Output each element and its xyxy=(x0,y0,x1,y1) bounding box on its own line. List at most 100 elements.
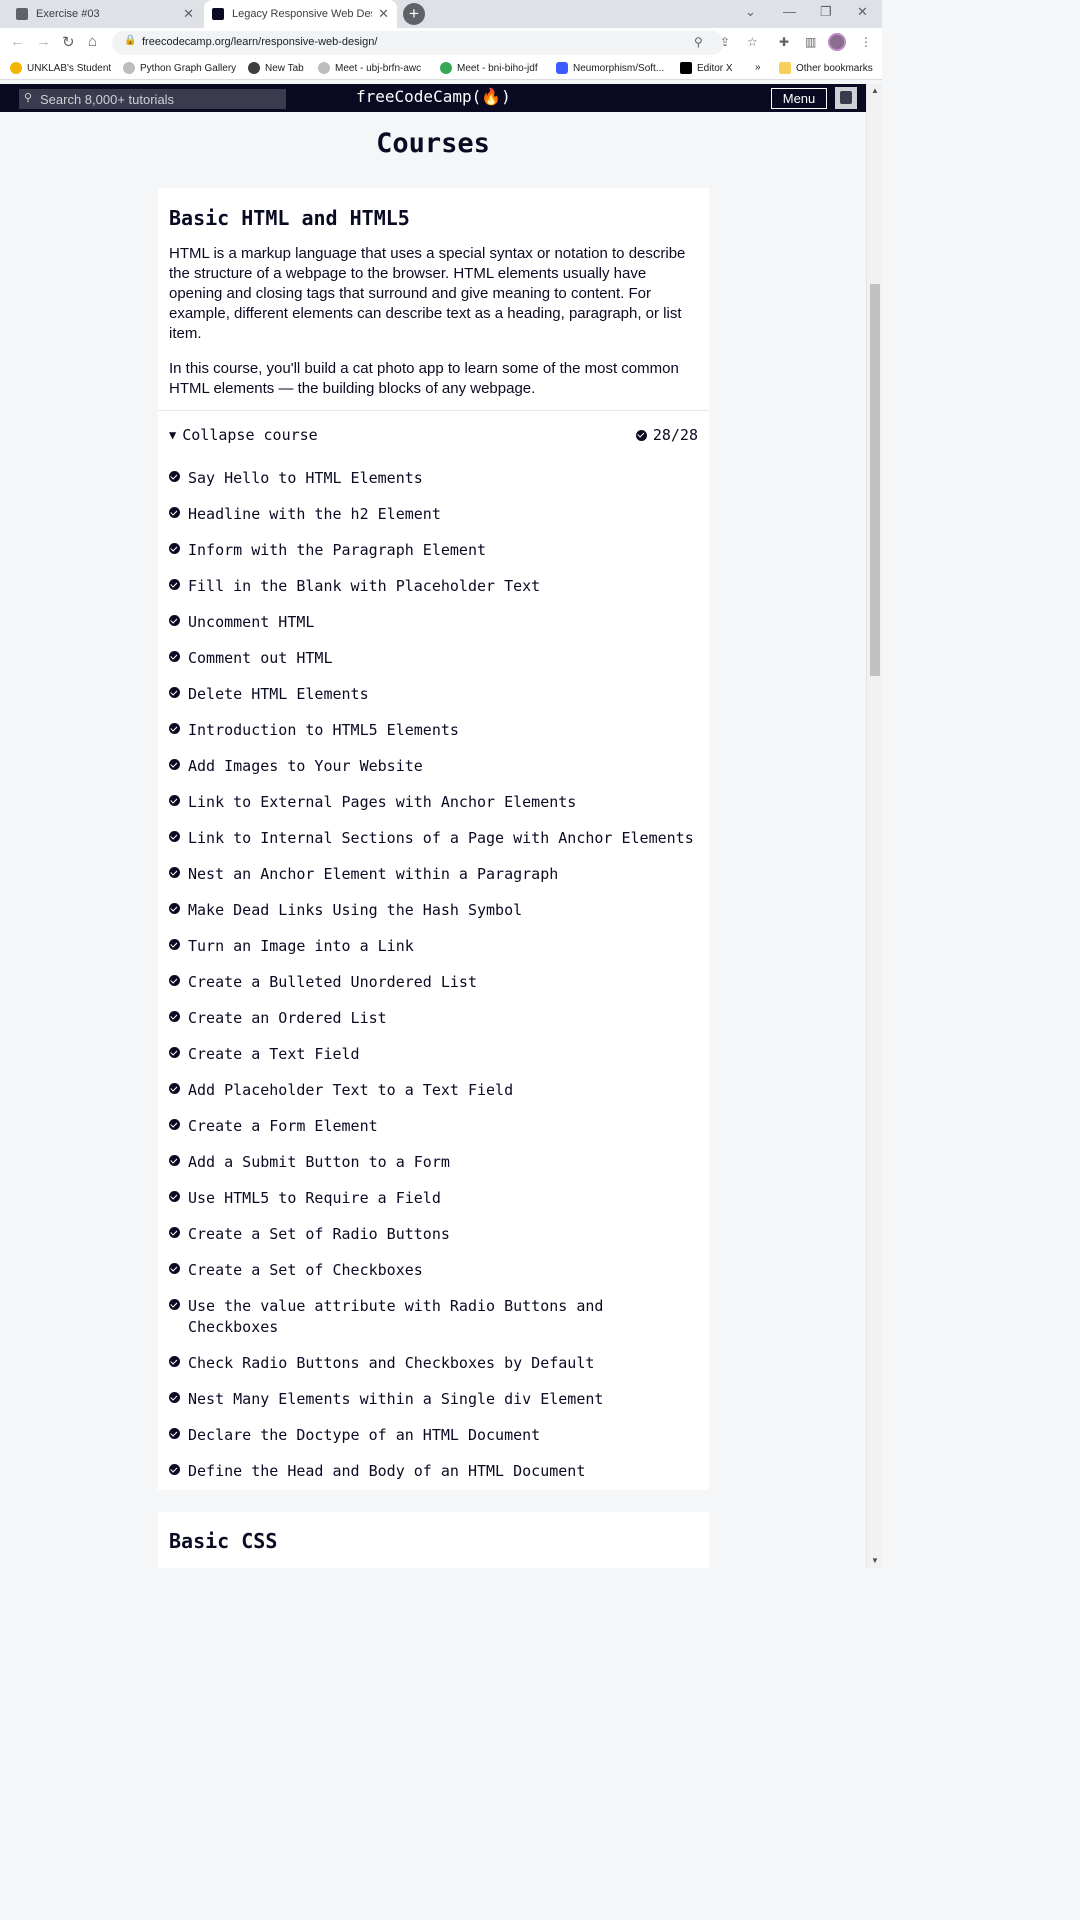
close-window-icon[interactable]: ✕ xyxy=(857,4,868,20)
lesson-item[interactable]: Turn an Image into a Link xyxy=(169,936,699,957)
lesson-item[interactable]: Uncomment HTML xyxy=(169,612,699,633)
bookmark-item[interactable]: Meet - bni-biho-jdf xyxy=(440,62,538,74)
bookmark-item[interactable]: Meet - ubj-brfn-awc xyxy=(318,62,421,74)
lesson-item[interactable]: Nest Many Elements within a Single div E… xyxy=(169,1389,699,1410)
site-logo[interactable]: freeCodeCamp(🔥) xyxy=(356,87,511,106)
user-avatar[interactable] xyxy=(835,87,857,109)
browser-tab-exercise[interactable]: Exercise #03 ✕ xyxy=(8,0,202,28)
lesson-link[interactable]: Create a Text Field xyxy=(188,1044,360,1065)
lesson-item[interactable]: Inform with the Paragraph Element xyxy=(169,540,699,561)
lesson-link[interactable]: Headline with the h2 Element xyxy=(188,504,441,525)
lesson-link[interactable]: Use the value attribute with Radio Butto… xyxy=(188,1296,699,1338)
lesson-link[interactable]: Add a Submit Button to a Form xyxy=(188,1152,450,1173)
lesson-item[interactable]: Fill in the Blank with Placeholder Text xyxy=(169,576,699,597)
check-circle-icon xyxy=(169,687,180,698)
lesson-link[interactable]: Create a Form Element xyxy=(188,1116,378,1137)
lesson-link[interactable]: Create a Bulleted Unordered List xyxy=(188,972,477,993)
lesson-link[interactable]: Comment out HTML xyxy=(188,648,333,669)
search-input[interactable]: ⚲ Search 8,000+ tutorials xyxy=(19,89,286,109)
lesson-item[interactable]: Delete HTML Elements xyxy=(169,684,699,705)
lesson-link[interactable]: Introduction to HTML5 Elements xyxy=(188,720,459,741)
bookmark-folder[interactable]: Other bookmarks xyxy=(779,62,873,74)
scroll-down-icon[interactable]: ▼ xyxy=(871,1556,879,1565)
lesson-link[interactable]: Create an Ordered List xyxy=(188,1008,387,1029)
close-tab-icon[interactable]: ✕ xyxy=(183,6,194,22)
lesson-link[interactable]: Create a Set of Radio Buttons xyxy=(188,1224,450,1245)
forward-icon[interactable]: → xyxy=(36,33,51,50)
lesson-item[interactable]: Introduction to HTML5 Elements xyxy=(169,720,699,741)
bookmark-item[interactable]: UNKLAB's Student xyxy=(10,62,111,74)
home-icon[interactable]: ⌂ xyxy=(88,33,97,50)
lesson-item[interactable]: Add Placeholder Text to a Text Field xyxy=(169,1080,699,1101)
scroll-up-icon[interactable]: ▲ xyxy=(871,86,879,95)
collapse-course-button[interactable]: ▼ Collapse course xyxy=(169,426,318,444)
lesson-item[interactable]: Create a Form Element xyxy=(169,1116,699,1137)
lesson-link[interactable]: Say Hello to HTML Elements xyxy=(188,468,423,489)
bookmarks-overflow-icon[interactable]: » xyxy=(755,62,761,73)
course-title[interactable]: Basic HTML and HTML5 xyxy=(169,206,410,230)
back-icon[interactable]: ← xyxy=(10,33,25,50)
lesson-link[interactable]: Make Dead Links Using the Hash Symbol xyxy=(188,900,522,921)
bookmark-item[interactable]: New Tab xyxy=(248,62,304,74)
lesson-link[interactable]: Create a Set of Checkboxes xyxy=(188,1260,423,1281)
new-tab-button[interactable]: + xyxy=(403,3,425,25)
lesson-item[interactable]: Check Radio Buttons and Checkboxes by De… xyxy=(169,1353,699,1374)
bookmark-item[interactable]: Python Graph Gallery xyxy=(123,62,236,74)
lesson-link[interactable]: Delete HTML Elements xyxy=(188,684,369,705)
lesson-item[interactable]: Create a Bulleted Unordered List xyxy=(169,972,699,993)
lesson-item[interactable]: Link to Internal Sections of a Page with… xyxy=(169,828,699,849)
lesson-link[interactable]: Add Images to Your Website xyxy=(188,756,423,777)
page-scrollbar[interactable]: ▲ ▼ xyxy=(866,84,882,1568)
close-tab-icon[interactable]: ✕ xyxy=(378,6,389,22)
bookmark-star-icon[interactable]: ☆ xyxy=(747,35,758,49)
user-icon xyxy=(16,8,28,20)
lesson-link[interactable]: Fill in the Blank with Placeholder Text xyxy=(188,576,540,597)
lesson-link[interactable]: Turn an Image into a Link xyxy=(188,936,414,957)
reload-icon[interactable]: ↻ xyxy=(62,33,75,51)
zoom-icon[interactable]: ⚲ xyxy=(694,35,703,49)
lesson-item[interactable]: Create a Set of Checkboxes xyxy=(169,1260,699,1281)
share-icon[interactable]: ⇪ xyxy=(720,35,730,49)
lesson-item[interactable]: Add Images to Your Website xyxy=(169,756,699,777)
lesson-link[interactable]: Declare the Doctype of an HTML Document xyxy=(188,1425,540,1446)
minimize-icon[interactable]: — xyxy=(783,4,796,19)
lesson-item[interactable]: Use HTML5 to Require a Field xyxy=(169,1188,699,1209)
side-panel-icon[interactable]: ▥ xyxy=(805,35,816,49)
address-bar[interactable]: 🔒 freecodecamp.org/learn/responsive-web-… xyxy=(112,31,724,55)
browser-tab-freecodecamp[interactable]: Legacy Responsive Web Design C ✕ xyxy=(204,0,397,28)
more-menu-icon[interactable]: ⋮ xyxy=(860,35,872,49)
tab-search-icon[interactable]: ⌄ xyxy=(745,4,756,20)
lesson-item[interactable]: Use the value attribute with Radio Butto… xyxy=(169,1296,699,1338)
bookmark-item[interactable]: Neumorphism/Soft... xyxy=(556,62,664,74)
lesson-item[interactable]: Create a Set of Radio Buttons xyxy=(169,1224,699,1245)
course-title[interactable]: Basic CSS xyxy=(169,1529,277,1553)
lesson-item[interactable]: Comment out HTML xyxy=(169,648,699,669)
lesson-link[interactable]: Link to Internal Sections of a Page with… xyxy=(188,828,694,849)
check-circle-icon xyxy=(169,1464,180,1475)
extensions-icon[interactable]: ✚ xyxy=(779,35,789,49)
scroll-thumb[interactable] xyxy=(870,284,880,676)
lesson-link[interactable]: Link to External Pages with Anchor Eleme… xyxy=(188,792,576,813)
menu-button[interactable]: Menu xyxy=(771,88,827,109)
profile-avatar[interactable] xyxy=(828,33,846,51)
lesson-item[interactable]: Add a Submit Button to a Form xyxy=(169,1152,699,1173)
lesson-link[interactable]: Inform with the Paragraph Element xyxy=(188,540,486,561)
lesson-item[interactable]: Say Hello to HTML Elements xyxy=(169,468,699,489)
lesson-link[interactable]: Add Placeholder Text to a Text Field xyxy=(188,1080,513,1101)
lesson-item[interactable]: Create a Text Field xyxy=(169,1044,699,1065)
lesson-item[interactable]: Nest an Anchor Element within a Paragrap… xyxy=(169,864,699,885)
lesson-link[interactable]: Check Radio Buttons and Checkboxes by De… xyxy=(188,1353,594,1374)
bookmark-item[interactable]: Editor X xyxy=(680,62,733,74)
lesson-link[interactable]: Use HTML5 to Require a Field xyxy=(188,1188,441,1209)
lesson-link[interactable]: Uncomment HTML xyxy=(188,612,314,633)
lesson-link[interactable]: Nest an Anchor Element within a Paragrap… xyxy=(188,864,558,885)
restore-icon[interactable]: ❐ xyxy=(820,4,832,20)
lesson-link[interactable]: Nest Many Elements within a Single div E… xyxy=(188,1389,603,1410)
lesson-link[interactable]: Define the Head and Body of an HTML Docu… xyxy=(188,1461,585,1482)
lesson-item[interactable]: Define the Head and Body of an HTML Docu… xyxy=(169,1461,699,1482)
lesson-item[interactable]: Link to External Pages with Anchor Eleme… xyxy=(169,792,699,813)
lesson-item[interactable]: Create an Ordered List xyxy=(169,1008,699,1029)
lesson-item[interactable]: Make Dead Links Using the Hash Symbol xyxy=(169,900,699,921)
lesson-item[interactable]: Headline with the h2 Element xyxy=(169,504,699,525)
lesson-item[interactable]: Declare the Doctype of an HTML Document xyxy=(169,1425,699,1446)
